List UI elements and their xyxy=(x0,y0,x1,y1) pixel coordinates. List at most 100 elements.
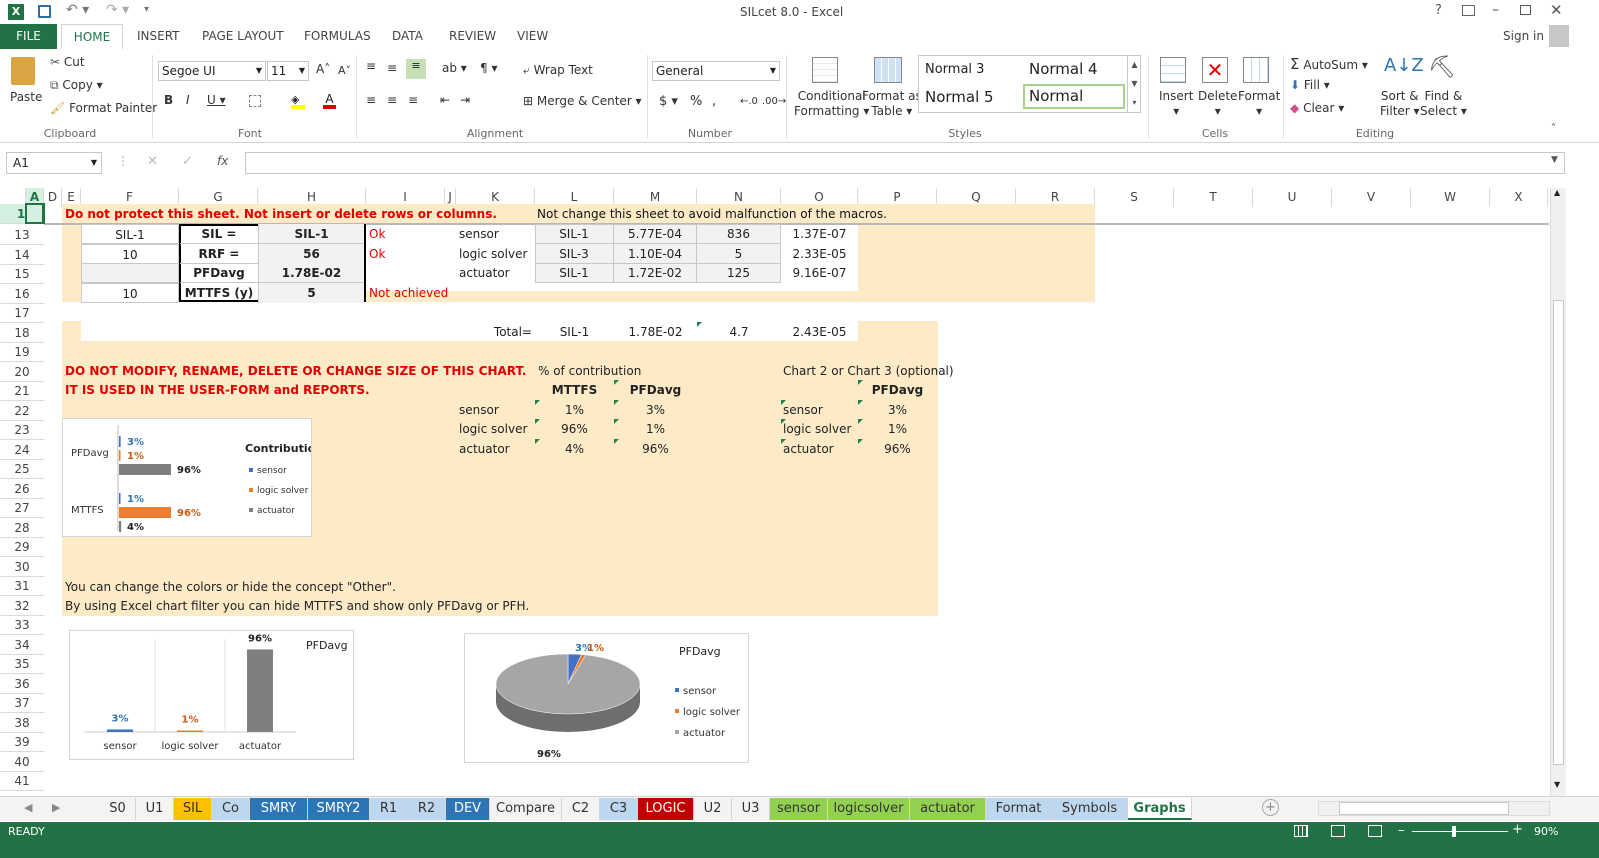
align-center-icon[interactable]: ≡ xyxy=(387,93,397,107)
tab-insert[interactable]: INSERT xyxy=(137,29,180,43)
format-painter-button[interactable]: 🖌 Format Painter xyxy=(50,101,157,115)
expand-formula-icon[interactable]: ▼ xyxy=(1551,155,1558,165)
row-header-36[interactable]: 36 xyxy=(0,674,44,694)
row-header-26[interactable]: 26 xyxy=(0,479,44,499)
contrib-pfd-logic[interactable]: 1% xyxy=(614,419,697,439)
cell-n13[interactable]: 836 xyxy=(697,224,780,244)
sheet-tab-sil[interactable]: SIL xyxy=(174,798,212,820)
row-header-35[interactable]: 35 xyxy=(0,654,44,674)
orientation-icon[interactable]: ab ▾ xyxy=(442,61,467,75)
borders-icon[interactable] xyxy=(249,95,261,107)
paste-icon[interactable] xyxy=(11,57,35,85)
sheet-tab-sensor[interactable]: sensor xyxy=(770,798,828,820)
row-header-31[interactable]: 31 xyxy=(0,576,44,596)
worksheet-grid[interactable]: A D E F G H I J K L M N O P Q R S T U V … xyxy=(0,188,1599,810)
col-header-x[interactable]: X xyxy=(1490,188,1548,207)
value-rrf[interactable]: 56 xyxy=(258,244,364,264)
sheet-tab-logicsolver[interactable]: logicsolver xyxy=(828,798,910,820)
row-header-17[interactable]: 17 xyxy=(0,303,44,323)
scroll-tabs-right-icon[interactable]: ▶ xyxy=(52,801,60,814)
row-header-37[interactable]: 37 xyxy=(0,693,44,713)
row-header-24[interactable]: 24 xyxy=(0,440,44,460)
contribution-chart[interactable]: Contribution PFDavg 3% 1% 96% MTTFS 1% 96% 4% sen… xyxy=(62,418,323,537)
chart23-name-actuator[interactable]: actuator xyxy=(783,439,834,459)
cell-o15[interactable]: 9.16E-07 xyxy=(781,263,858,283)
cell-k14[interactable]: logic solver xyxy=(459,244,527,264)
font-name-select[interactable]: Segoe UI ▼ xyxy=(158,61,266,81)
row-header-21[interactable]: 21 xyxy=(0,381,44,401)
sheet-tab-c3[interactable]: C3 xyxy=(600,798,638,820)
font-size-select[interactable]: 11 ▼ xyxy=(267,61,309,81)
cell-m14[interactable]: 1.10E-04 xyxy=(614,244,697,264)
copy-button[interactable]: ⧉ Copy ▾ xyxy=(50,78,103,93)
row-header-18[interactable]: 18 xyxy=(0,323,44,343)
help-icon[interactable]: ? xyxy=(1435,3,1442,18)
cell-k13[interactable]: sensor xyxy=(459,224,499,244)
row-header-15[interactable]: 15 xyxy=(0,264,44,284)
sheet-tab-u3[interactable]: U3 xyxy=(732,798,770,820)
zoom-slider[interactable] xyxy=(1412,826,1508,837)
enter-entry-icon[interactable]: ✓ xyxy=(182,154,193,169)
sheet-tab-smry2[interactable]: SMRY2 xyxy=(308,798,370,820)
sheet-tab-r1[interactable]: R1 xyxy=(370,798,408,820)
row-header-30[interactable]: 30 xyxy=(0,557,44,577)
sheet-tab-c2[interactable]: C2 xyxy=(562,798,600,820)
conditional-formatting-button[interactable]: Conditional Formatting ▾ xyxy=(794,89,869,119)
cell-o13[interactable]: 1.37E-07 xyxy=(781,224,858,244)
row-header-14[interactable]: 14 xyxy=(0,245,44,265)
scroll-down-icon[interactable]: ▼ xyxy=(1554,780,1560,789)
cell-k15[interactable]: actuator xyxy=(459,263,510,283)
sheet-tab-graphs[interactable]: Graphs xyxy=(1128,798,1192,820)
ribbon-display-icon[interactable] xyxy=(1462,5,1475,16)
autosum-button[interactable]: Σ AutoSum ▾ xyxy=(1290,55,1368,73)
zoom-level[interactable]: 90% xyxy=(1534,825,1558,838)
contrib-name-sensor[interactable]: sensor xyxy=(459,400,499,420)
undo-icon[interactable]: ↶ ▾ xyxy=(66,2,89,18)
percent-icon[interactable]: % xyxy=(690,94,702,109)
cell-l15[interactable]: SIL-1 xyxy=(535,263,614,283)
style-normal-5[interactable]: Normal 5 xyxy=(925,88,994,106)
font-color-icon[interactable]: A xyxy=(323,92,336,109)
paragraph-direction-icon[interactable]: ¶ ▾ xyxy=(480,61,497,75)
col-header-d[interactable]: D xyxy=(44,188,62,207)
style-normal-3[interactable]: Normal 3 xyxy=(925,62,984,77)
row-header-28[interactable]: 28 xyxy=(0,518,44,538)
chart23-name-logic[interactable]: logic solver xyxy=(783,419,851,439)
fill-color-icon[interactable]: ◈ xyxy=(291,93,305,109)
pfdavg-pie-chart[interactable]: PFDavg 3% 1% 96% sensor logic solver actuator xyxy=(464,633,749,763)
sheet-tab-u1[interactable]: U1 xyxy=(136,798,174,820)
row-header-20[interactable]: 20 xyxy=(0,362,44,382)
format-cells-button[interactable]: Format ▾ xyxy=(1238,89,1280,119)
page-break-view-icon[interactable] xyxy=(1368,825,1382,837)
contrib-mttfs-actuator[interactable]: 4% xyxy=(535,439,614,459)
value-sil[interactable]: SIL-1 xyxy=(258,224,364,244)
sheet-tab-co[interactable]: Co xyxy=(212,798,250,820)
sheet-tab-format[interactable]: Format xyxy=(986,798,1052,820)
vertical-scrollbar[interactable]: ▲ ▼ xyxy=(1550,188,1566,796)
merge-center-button[interactable]: ⊞ Merge & Center ▾ xyxy=(523,94,642,108)
clear-button[interactable]: ◆ Clear ▾ xyxy=(1290,101,1344,115)
paste-button[interactable]: Paste xyxy=(10,90,42,104)
tab-file[interactable]: FILE xyxy=(0,24,57,49)
contrib-mttfs-logic[interactable]: 96% xyxy=(535,419,614,439)
name-box[interactable]: A1 ▼ xyxy=(6,152,102,174)
sheet-tab-r2[interactable]: R2 xyxy=(408,798,446,820)
align-top-icon[interactable]: ≡ xyxy=(366,59,376,73)
cell-l13[interactable]: SIL-1 xyxy=(535,224,614,244)
col-header-w[interactable]: W xyxy=(1411,188,1490,207)
total-pfdavg[interactable]: 1.78E-02 xyxy=(614,322,697,342)
chart23-name-sensor[interactable]: sensor xyxy=(783,400,823,420)
contrib-pfd-actuator[interactable]: 96% xyxy=(614,439,697,459)
cell-n14[interactable]: 5 xyxy=(697,244,780,264)
cancel-entry-icon[interactable]: ✕ xyxy=(147,154,158,169)
scroll-tabs-left-icon[interactable]: ◀ xyxy=(24,801,32,814)
sheet-tab-actuator[interactable]: actuator xyxy=(910,798,986,820)
fill-button[interactable]: ⬇ Fill ▾ xyxy=(1290,78,1330,92)
sheet-tab-s0[interactable]: S0 xyxy=(100,798,136,820)
zoom-in-icon[interactable]: + xyxy=(1512,822,1523,837)
value-pfdavg[interactable]: 1.78E-02 xyxy=(258,263,364,283)
active-cell-a1[interactable] xyxy=(25,203,45,224)
row-header-25[interactable]: 25 xyxy=(0,459,44,479)
style-normal[interactable]: Normal xyxy=(1023,84,1125,109)
sheet-tab-smry[interactable]: SMRY xyxy=(250,798,308,820)
